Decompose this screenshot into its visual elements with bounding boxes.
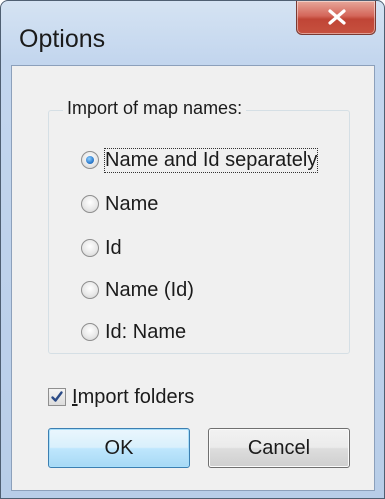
radio-button[interactable] (81, 239, 99, 257)
radio-name-paren-id[interactable]: Name (Id) (81, 277, 194, 303)
cancel-button[interactable]: Cancel (208, 428, 350, 468)
radio-button[interactable] (81, 195, 99, 213)
ok-button[interactable]: OK (48, 428, 190, 468)
map-names-group: Import of map names: Name and Id separat… (48, 98, 350, 354)
close-icon (328, 9, 346, 25)
radio-button[interactable] (81, 151, 99, 169)
group-legend: Import of map names: (63, 98, 247, 119)
radio-button[interactable] (81, 323, 99, 341)
radio-label: Id: Name (105, 320, 187, 343)
radio-id[interactable]: Id (81, 235, 122, 261)
dialog-window: Options Import of map names: Name and Id… (0, 0, 385, 499)
import-folders-checkbox[interactable] (48, 388, 66, 406)
dialog-client-area: Import of map names: Name and Id separat… (11, 65, 375, 491)
radio-label: Id (105, 236, 122, 259)
radio-label: Name and Id separately (103, 147, 319, 173)
window-title: Options (19, 25, 106, 53)
radio-id-colon-name[interactable]: Id: Name (81, 319, 186, 345)
import-folders-label: Import folders (72, 386, 194, 409)
radio-label: Name (Id) (105, 278, 194, 301)
import-folders-label-rest: mport folders (77, 385, 195, 408)
radio-label: Name (105, 192, 159, 215)
import-folders-checkbox-row[interactable]: Import folders (48, 384, 194, 410)
radio-name-and-id-separately[interactable]: Name and Id separately (81, 147, 319, 173)
checkmark-icon (51, 391, 63, 402)
close-button[interactable] (296, 1, 376, 35)
radio-button[interactable] (81, 281, 99, 299)
radio-name[interactable]: Name (81, 191, 158, 217)
